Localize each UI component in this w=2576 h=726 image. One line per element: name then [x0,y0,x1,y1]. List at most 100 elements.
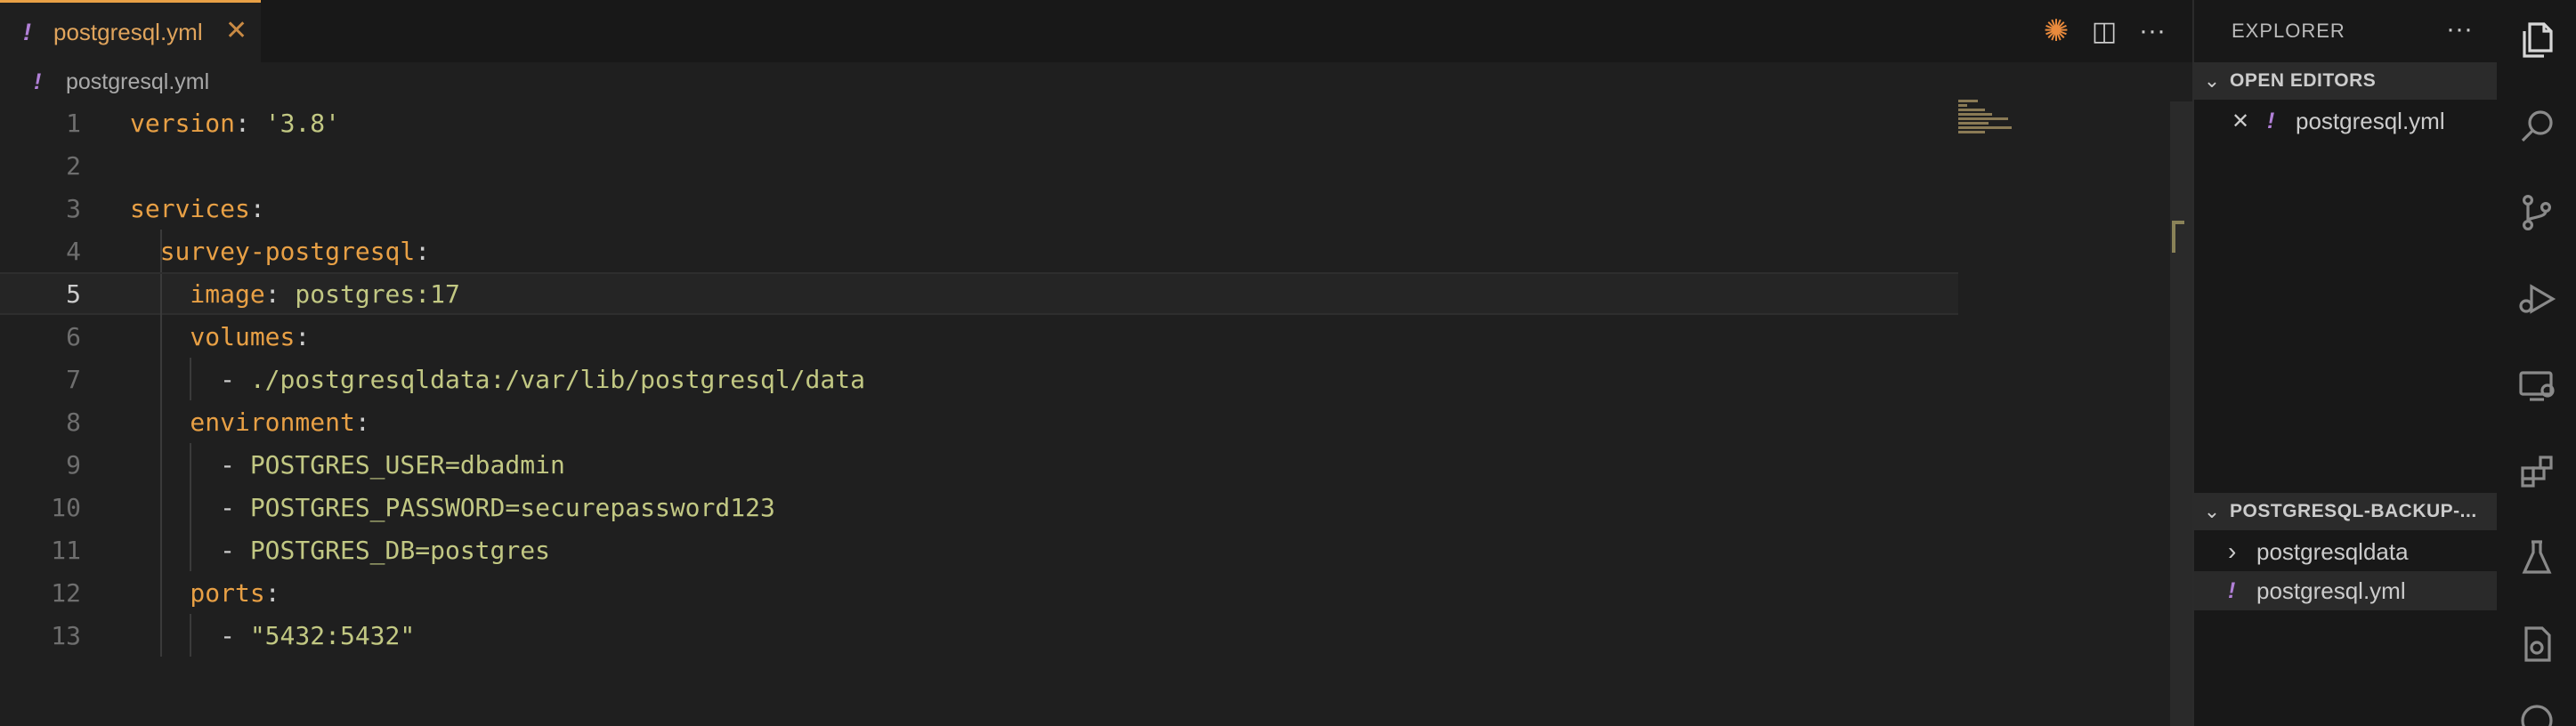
activity-bar [2497,0,2576,726]
indent-guide [159,571,162,614]
editor-actions: ✺ ◫ ··· [2043,0,2166,62]
yaml-punct: - [220,620,250,650]
code-line[interactable]: 10 - POSTGRES_PASSWORD=securepassword123 [0,486,1958,528]
breadcrumb[interactable]: ! postgresql.yml [34,66,209,98]
line-number: 3 [66,193,81,223]
run-debug-icon[interactable] [2497,263,2576,335]
tab-bar: ! postgresql.yml ✕ ✺ ◫ ··· [0,0,2192,62]
explorer-sidebar: EXPLORER ··· ⌄ OPEN EDITORS ✕ ! postgres… [2192,0,2499,726]
indent-guide [159,614,162,657]
yaml-value: "5432:5432" [249,620,416,650]
yaml-key: volumes [190,321,296,351]
open-editor-label: postgresql.yml [2296,107,2445,134]
line-number: 1 [66,108,81,138]
breadcrumb-file[interactable]: postgresql.yml [66,69,209,95]
code-line[interactable]: 6 volumes: [0,315,1958,358]
indent-guide [159,274,162,317]
yaml-punct: : [415,236,431,266]
yaml-punct: : [264,278,296,309]
indent-guide [190,486,192,528]
yaml-value: POSTGRES_DB=postgres [249,535,550,565]
code-text: environment: [190,407,369,437]
code-line[interactable]: 1 version: '3.8' [0,101,1958,144]
scrollbar-cursor-marker [2172,221,2184,253]
yaml-key: version [130,108,236,138]
yaml-punct: : [295,321,311,351]
code-line[interactable]: 9 - POSTGRES_USER=dbadmin [0,443,1958,486]
extensions-icon[interactable] [2497,436,2576,507]
yaml-punct: : [264,577,280,608]
yaml-key: image [190,278,265,309]
docker-icon[interactable] [2497,609,2576,680]
yaml-key: survey-postgresql [159,236,416,266]
tab-label: postgresql.yml [53,19,203,45]
code-text: version: '3.8' [130,109,340,138]
explorer-more-icon[interactable]: ··· [2446,14,2473,44]
copilot-icon[interactable]: ✺ [2043,13,2070,49]
tree-item-label: postgresql.yml [2256,577,2406,604]
vertical-scrollbar[interactable] [2170,101,2192,726]
code-line[interactable]: 7 - ./postgresqldata:/var/lib/postgresql/… [0,358,1958,400]
editor-area: ! postgresql.yml ✕ ✺ ◫ ··· ! postgresql.… [0,0,2192,726]
code-line[interactable]: 5 image: postgres:17 [0,272,1958,317]
code-text: - POSTGRES_USER=dbadmin [220,450,565,480]
open-editor-item[interactable]: ✕ ! postgresql.yml [2194,101,2499,141]
line-number: 9 [66,449,81,480]
remote-explorer-icon[interactable] [2497,350,2576,421]
yaml-value: ./postgresqldata:/var/lib/postgresql/dat… [249,364,865,394]
indent-guide [159,528,162,571]
yaml-value: '3.8' [264,108,341,138]
indent-guide [159,443,162,486]
code-editor[interactable]: 1 version: '3.8' 2 3 services: 4 survey-postgr… [0,101,1958,657]
yaml-file-icon: ! [2228,577,2236,603]
line-number: 4 [66,236,81,266]
more-icon[interactable] [2497,685,2576,726]
close-icon[interactable]: ✕ [2232,109,2267,134]
open-editors-header[interactable]: ⌄ OPEN EDITORS [2194,62,2499,100]
tree-item-label: postgresqldata [2256,537,2409,565]
code-line[interactable]: 4 survey-postgresql: [0,230,1958,272]
code-text: - POSTGRES_PASSWORD=securepassword123 [220,493,775,522]
tree-item-postgresqldata[interactable]: › postgresqldata [2194,532,2499,571]
folder-header[interactable]: ⌄ POSTGRESQL-BACKUP-... [2194,493,2499,530]
explorer-header: EXPLORER ··· [2194,0,2499,62]
indent-guide [190,443,192,486]
search-icon[interactable] [2497,91,2576,162]
line-number: 6 [66,321,81,351]
code-line[interactable]: 2 [0,144,1958,187]
explorer-icon[interactable] [2497,4,2576,76]
code-text: survey-postgresql: [160,237,430,266]
code-line[interactable]: 12 ports: [0,571,1958,614]
tab-postgresql-yml[interactable]: ! postgresql.yml ✕ [0,0,261,62]
open-editors-label: OPEN EDITORS [2230,70,2377,91]
testing-icon[interactable] [2497,522,2576,593]
tab-close-icon[interactable]: ✕ [225,15,247,46]
line-number: 7 [66,364,81,394]
explorer-title: EXPLORER [2232,20,2345,42]
code-line[interactable]: 11 - POSTGRES_DB=postgres [0,528,1958,571]
code-text: image: postgres:17 [190,279,459,309]
yaml-punct: - [220,492,250,522]
code-text: - ./postgresqldata:/var/lib/postgresql/d… [220,365,865,394]
indent-guide [159,400,162,443]
line-number: 5 [66,278,81,309]
split-editor-icon[interactable]: ◫ [2091,16,2118,47]
tree-item-postgresql-yml[interactable]: ! postgresql.yml [2194,571,2499,610]
more-actions-icon[interactable]: ··· [2139,16,2166,46]
yaml-punct: : [354,407,370,437]
yaml-value: POSTGRES_PASSWORD=securepassword123 [249,492,775,522]
source-control-icon[interactable] [2497,177,2576,248]
yaml-file-icon: ! [23,19,31,45]
code-line[interactable]: 8 environment: [0,400,1958,443]
yaml-file-icon: ! [2267,108,2275,133]
yaml-file-icon: ! [34,69,42,94]
line-number: 2 [66,150,81,181]
code-text: volumes: [190,322,310,351]
chevron-down-icon: ⌄ [2203,500,2221,522]
code-line[interactable]: 13 - "5432:5432" [0,614,1958,657]
chevron-down-icon: ⌄ [2203,69,2221,92]
line-number: 13 [51,620,81,650]
code-line[interactable]: 3 services: [0,187,1958,230]
code-text: services: [130,194,265,223]
minimap[interactable] [1958,100,2047,162]
